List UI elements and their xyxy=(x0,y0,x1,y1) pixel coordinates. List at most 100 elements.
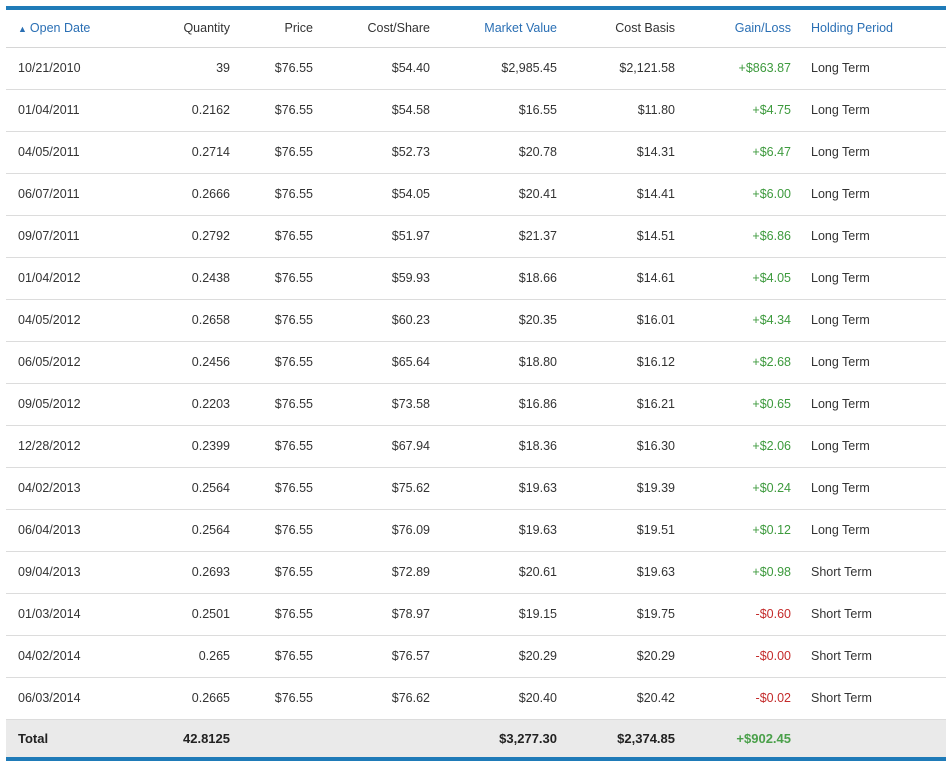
cell-quantity: 0.2501 xyxy=(191,607,230,621)
cell-cost-share: $59.93 xyxy=(391,271,430,285)
total-price-empty xyxy=(230,719,313,757)
cell-market-value: $16.55 xyxy=(518,103,557,117)
cell-price: $76.55 xyxy=(274,691,313,705)
cell-cost-share: $60.23 xyxy=(391,313,430,327)
cell-price: $76.55 xyxy=(274,187,313,201)
cell-gain-loss: -$0.60 xyxy=(755,607,791,621)
cell-holding-period: Short Term xyxy=(811,649,872,663)
table-row: 04/05/2012 0.2658 $76.55 $60.23 $20.35 $16.01… xyxy=(6,299,946,341)
cell-price: $76.55 xyxy=(274,103,313,117)
cell-cost-basis: $20.29 xyxy=(636,649,675,663)
table-row: 01/04/2011 0.2162 $76.55 $54.58 $16.55 $11.80… xyxy=(6,89,946,131)
table-row: 09/07/2011 0.2792 $76.55 $51.97 $21.37 $14.51… xyxy=(6,215,946,257)
cell-open-date: 09/04/2013 xyxy=(18,565,81,579)
cell-cost-share: $75.62 xyxy=(391,481,430,495)
cell-cost-share: $76.57 xyxy=(391,649,430,663)
total-cost-basis: $2,374.85 xyxy=(617,730,675,746)
cell-quantity: 0.2665 xyxy=(191,691,230,705)
cell-gain-loss: -$0.00 xyxy=(755,649,791,663)
cell-holding-period: Short Term xyxy=(811,691,872,705)
table-row: 09/04/2013 0.2693 $76.55 $72.89 $20.61 $19.63… xyxy=(6,551,946,593)
column-header-cost-share: Cost/Share xyxy=(313,10,430,48)
column-header-cost-basis: Cost Basis xyxy=(557,10,675,48)
cell-quantity: 0.2399 xyxy=(191,439,230,453)
cell-cost-share: $54.40 xyxy=(391,61,430,75)
cell-market-value: $2,985.45 xyxy=(501,61,557,75)
cell-open-date: 10/21/2010 xyxy=(18,61,81,75)
cell-cost-share: $65.64 xyxy=(391,355,430,369)
cell-open-date: 06/03/2014 xyxy=(18,691,81,705)
cell-quantity: 0.2666 xyxy=(191,187,230,201)
cell-cost-basis: $16.01 xyxy=(636,313,675,327)
column-header-open-date[interactable]: ▲ Open Date xyxy=(6,10,108,48)
cell-gain-loss: +$0.65 xyxy=(752,397,791,411)
column-header-open-date-label: Open Date xyxy=(29,21,91,36)
cell-cost-basis: $16.21 xyxy=(636,397,675,411)
cell-cost-basis: $19.51 xyxy=(636,523,675,537)
table-row: 06/04/2013 0.2564 $76.55 $76.09 $19.63 $19.51… xyxy=(6,509,946,551)
total-label: Total xyxy=(18,730,49,746)
table-row: 04/02/2014 0.265 $76.55 $76.57 $20.29 $20.29 -… xyxy=(6,635,946,677)
table-row: 04/02/2013 0.2564 $76.55 $75.62 $19.63 $19.39… xyxy=(6,467,946,509)
cell-price: $76.55 xyxy=(274,355,313,369)
cell-holding-period: Long Term xyxy=(811,355,870,369)
cell-cost-share: $54.58 xyxy=(391,103,430,117)
table-row: 09/05/2012 0.2203 $76.55 $73.58 $16.86 $16.21… xyxy=(6,383,946,425)
cell-market-value: $19.15 xyxy=(518,607,557,621)
cell-open-date: 04/05/2012 xyxy=(18,313,81,327)
cell-cost-basis: $20.42 xyxy=(636,691,675,705)
table-row: 01/03/2014 0.2501 $76.55 $78.97 $19.15 $19.75… xyxy=(6,593,946,635)
column-header-gain-loss[interactable]: Gain/Loss xyxy=(675,10,791,48)
cell-market-value: $18.66 xyxy=(518,271,557,285)
column-header-holding-period[interactable]: Holding Period xyxy=(791,10,946,48)
cell-holding-period: Long Term xyxy=(811,523,870,537)
cell-market-value: $21.37 xyxy=(518,229,557,243)
cell-cost-share: $67.94 xyxy=(391,439,430,453)
column-header-price: Price xyxy=(230,10,313,48)
cell-holding-period: Long Term xyxy=(811,187,870,201)
total-quantity: 42.8125 xyxy=(183,730,230,746)
cell-price: $76.55 xyxy=(274,229,313,243)
cell-gain-loss: -$0.02 xyxy=(755,691,791,705)
cell-cost-basis: $14.51 xyxy=(636,229,675,243)
cell-market-value: $20.35 xyxy=(518,313,557,327)
cell-market-value: $16.86 xyxy=(518,397,557,411)
cell-holding-period: Long Term xyxy=(811,145,870,159)
cell-gain-loss: +$863.87 xyxy=(738,61,791,75)
cell-gain-loss: +$0.98 xyxy=(752,565,791,579)
cell-price: $76.55 xyxy=(274,313,313,327)
cell-open-date: 01/03/2014 xyxy=(18,607,81,621)
cell-open-date: 04/05/2011 xyxy=(18,145,80,159)
cell-quantity: 0.2714 xyxy=(191,145,230,159)
table-row: 06/05/2012 0.2456 $76.55 $65.64 $18.80 $16.12… xyxy=(6,341,946,383)
cell-price: $76.55 xyxy=(274,439,313,453)
cell-holding-period: Short Term xyxy=(811,607,872,621)
cell-price: $76.55 xyxy=(274,607,313,621)
cell-holding-period: Long Term xyxy=(811,313,870,327)
cell-cost-share: $73.58 xyxy=(391,397,430,411)
table-row: 10/21/2010 39 $76.55 $54.40 $2,985.45 $2,121.… xyxy=(6,47,946,89)
table-row: 04/05/2011 0.2714 $76.55 $52.73 $20.78 $14.31… xyxy=(6,131,946,173)
cell-open-date: 06/05/2012 xyxy=(18,355,81,369)
cell-open-date: 12/28/2012 xyxy=(18,439,81,453)
column-header-market-value[interactable]: Market Value xyxy=(430,10,557,48)
cell-quantity: 0.265 xyxy=(198,649,230,663)
cell-quantity: 0.2564 xyxy=(191,481,230,495)
cell-quantity: 39 xyxy=(216,61,230,75)
column-header-quantity: Quantity xyxy=(108,10,230,48)
table-row: 01/04/2012 0.2438 $76.55 $59.93 $18.66 $14.61… xyxy=(6,257,946,299)
cell-cost-share: $72.89 xyxy=(391,565,430,579)
cell-cost-basis: $14.61 xyxy=(636,271,675,285)
cell-open-date: 09/05/2012 xyxy=(18,397,81,411)
cell-holding-period: Short Term xyxy=(811,565,872,579)
cell-quantity: 0.2564 xyxy=(191,523,230,537)
cell-cost-basis: $19.75 xyxy=(636,607,675,621)
cell-cost-share: $54.05 xyxy=(391,187,430,201)
cell-quantity: 0.2792 xyxy=(191,229,230,243)
cell-cost-basis: $16.12 xyxy=(636,355,675,369)
cell-price: $76.55 xyxy=(274,565,313,579)
cell-cost-share: $52.73 xyxy=(391,145,430,159)
cell-cost-basis: $16.30 xyxy=(636,439,675,453)
cell-cost-basis: $2,121.58 xyxy=(619,61,675,75)
cell-market-value: $20.29 xyxy=(518,649,557,663)
